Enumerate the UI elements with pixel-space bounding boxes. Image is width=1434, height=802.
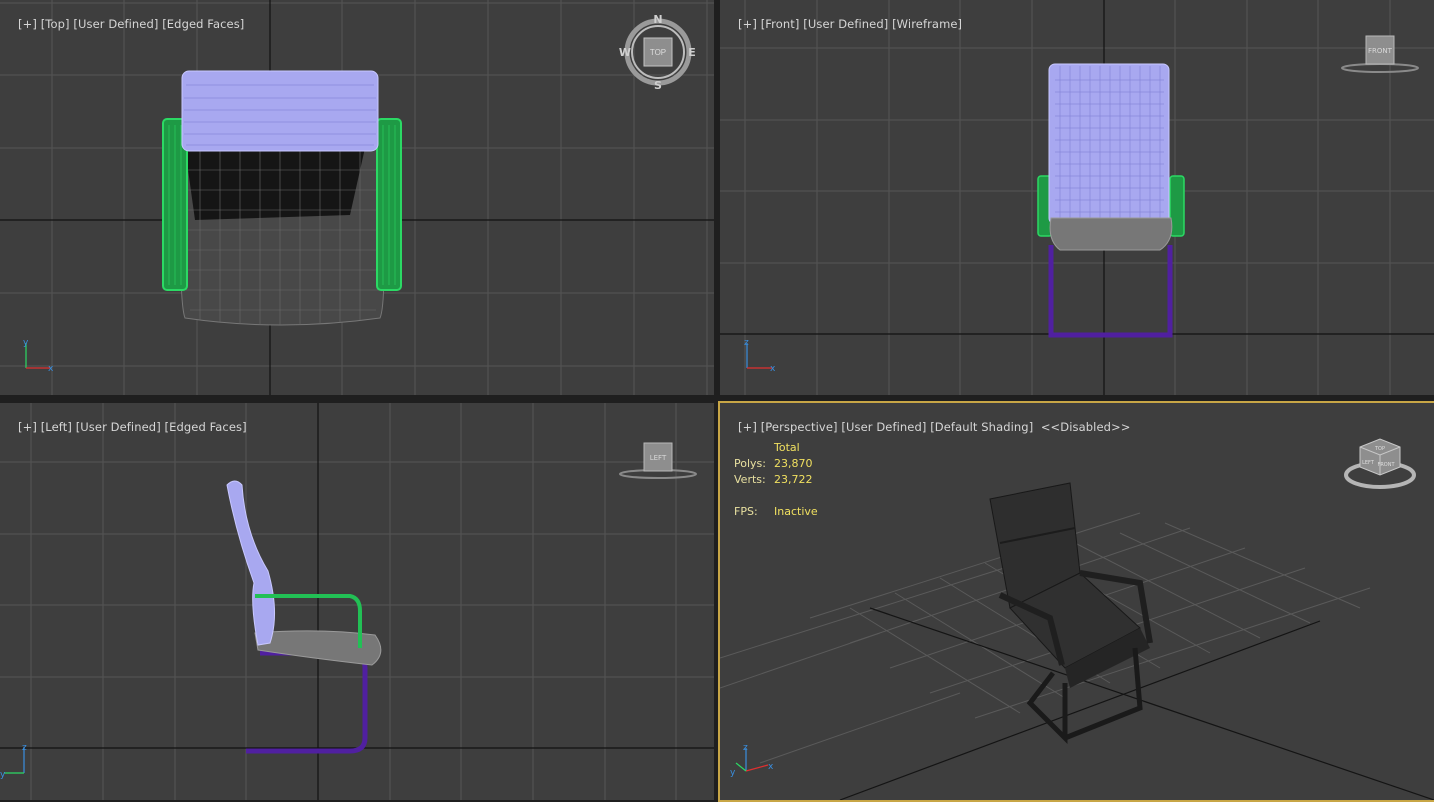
seat	[1049, 217, 1173, 251]
front-view-canvas: FRONT z x	[720, 0, 1434, 395]
svg-text:LEFT: LEFT	[650, 454, 667, 462]
svg-text:y: y	[730, 768, 736, 778]
compass-n: N	[653, 13, 662, 26]
svg-text:TOP: TOP	[1374, 446, 1385, 452]
viewport-statistics: Total Polys: 23,870 Verts: 23,722 FPS: Inac…	[734, 441, 818, 518]
svg-text:z: z	[744, 338, 749, 348]
svg-text:x: x	[768, 762, 774, 772]
viewport-lighting-menu[interactable]: [User Defined]	[76, 420, 161, 434]
viewport-menu-plus[interactable]: [+]	[18, 420, 37, 434]
viewport-point-of-view-menu[interactable]: [Left]	[41, 420, 72, 434]
frame	[1048, 245, 1173, 338]
viewport-perspective[interactable]: [+] [Perspective] [User Defined] [Defaul…	[720, 403, 1434, 800]
compass-e: E	[688, 46, 696, 59]
compass-s: S	[654, 79, 662, 92]
viewport-menu-plus[interactable]: [+]	[18, 17, 37, 31]
fps-value: Inactive	[774, 505, 818, 518]
viewport-menu-plus[interactable]: [+]	[738, 420, 757, 434]
svg-text:LEFT: LEFT	[1362, 460, 1375, 466]
stats-header: Total	[774, 441, 800, 454]
viewport-shading-menu[interactable]: [Edged Faces]	[162, 17, 244, 31]
svg-text:y: y	[23, 338, 29, 348]
viewport-label-front: [+] [Front] [User Defined] [Wireframe]	[723, 3, 962, 45]
viewport-shading-menu[interactable]: [Wireframe]	[892, 17, 962, 31]
viewport-shading-menu[interactable]: [Default Shading]	[930, 420, 1033, 434]
svg-text:x: x	[48, 364, 54, 374]
perspective-canvas: FRONT LEFT TOP z x y	[720, 438, 1434, 800]
left-view-canvas: LEFT z y	[0, 403, 714, 800]
axis-tripod-top	[25, 343, 50, 369]
backrest	[226, 480, 276, 646]
viewport-point-of-view-menu[interactable]: [Front]	[761, 17, 800, 31]
viewport-front[interactable]: [+] [Front] [User Defined] [Wireframe] F…	[720, 0, 1434, 395]
svg-text:x: x	[770, 364, 776, 374]
viewport-disabled-menu[interactable]: <<Disabled>>	[1041, 420, 1131, 434]
svg-text:FRONT: FRONT	[1377, 462, 1395, 468]
viewport-label-top: [+] [Top] [User Defined] [Edged Faces]	[3, 3, 244, 45]
viewport-point-of-view-menu[interactable]: [Top]	[41, 17, 70, 31]
svg-text:z: z	[743, 743, 748, 753]
polys-count: 23,870	[774, 457, 813, 470]
top-view-canvas: TOP N S E W y x	[0, 0, 714, 395]
viewcube-face-top: TOP	[650, 48, 666, 57]
viewport-label-left: [+] [Left] [User Defined] [Edged Faces]	[3, 406, 247, 448]
verts-count: 23,722	[774, 473, 813, 486]
compass-w: W	[619, 46, 631, 59]
viewport-point-of-view-menu[interactable]: [Perspective]	[761, 420, 838, 434]
viewport-left[interactable]: [+] [Left] [User Defined] [Edged Faces] …	[0, 403, 714, 800]
viewport-menu-plus[interactable]: [+]	[738, 17, 757, 31]
svg-text:FRONT: FRONT	[1368, 47, 1393, 55]
svg-text:z: z	[22, 743, 27, 753]
viewport-lighting-menu[interactable]: [User Defined]	[841, 420, 926, 434]
frame	[246, 650, 368, 754]
backrest	[181, 70, 379, 152]
viewport-top[interactable]: [+] [Top] [User Defined] [Edged Faces] T…	[0, 0, 714, 395]
chair-3d	[989, 482, 1153, 745]
svg-text:y: y	[0, 770, 6, 780]
viewport-lighting-menu[interactable]: [User Defined]	[73, 17, 158, 31]
viewport-lighting-menu[interactable]: [User Defined]	[803, 17, 888, 31]
viewport-shading-menu[interactable]: [Edged Faces]	[165, 420, 247, 434]
